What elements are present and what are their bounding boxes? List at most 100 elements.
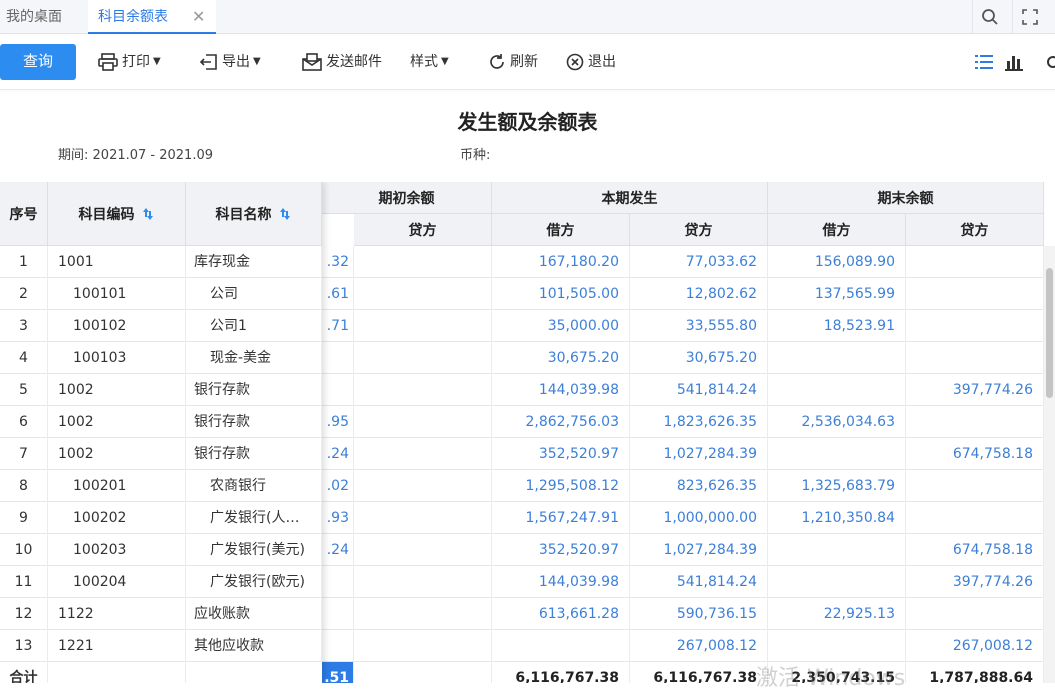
- amount-cell: 267,008.12: [630, 630, 768, 662]
- refresh-button[interactable]: 刷新: [488, 50, 538, 74]
- row-seq: 2: [0, 278, 48, 310]
- header-account-name[interactable]: 科目名称: [186, 182, 322, 246]
- total-blank-cell: [48, 662, 186, 683]
- header-closing-balance: 期末余额: [768, 182, 1044, 214]
- exit-label: 退出: [588, 54, 616, 70]
- vertical-scrollbar[interactable]: [1044, 246, 1055, 683]
- amount-cell: [768, 630, 906, 662]
- amount-cell: [768, 342, 906, 374]
- amount-cell: 590,736.15: [630, 598, 768, 630]
- send-email-button[interactable]: 发送邮件: [302, 50, 382, 74]
- export-button[interactable]: 导出 ▼: [200, 50, 261, 74]
- gear-icon[interactable]: [1044, 50, 1055, 74]
- amount-cell: [322, 630, 354, 662]
- style-button[interactable]: 样式 ▼: [410, 50, 449, 74]
- account-code: 100204: [48, 566, 186, 598]
- total-label: 合计: [0, 662, 48, 683]
- tab-my-desktop[interactable]: 我的桌面: [6, 0, 62, 34]
- amount-cell: [354, 342, 492, 374]
- amount-cell: [492, 630, 630, 662]
- row-seq: 12: [0, 598, 48, 630]
- amount-cell: .61: [322, 278, 354, 310]
- total-cell: 6,116,767.38: [630, 662, 768, 683]
- account-code: 1122: [48, 598, 186, 630]
- amount-cell: 674,758.18: [906, 438, 1044, 470]
- amount-cell: 352,520.97: [492, 438, 630, 470]
- close-circle-icon: [566, 53, 584, 71]
- account-name: 应收账款: [186, 598, 322, 630]
- amount-cell: [768, 438, 906, 470]
- account-code: 100102: [48, 310, 186, 342]
- amount-cell: 1,823,626.35: [630, 406, 768, 438]
- total-cell: 6,116,767.38: [492, 662, 630, 683]
- row-seq: 11: [0, 566, 48, 598]
- period-value: 2021.07 - 2021.09: [92, 148, 214, 163]
- amount-cell: 30,675.20: [492, 342, 630, 374]
- amount-cell: [354, 566, 492, 598]
- account-name: 公司1: [186, 310, 322, 342]
- fullscreen-icon[interactable]: [1012, 0, 1046, 34]
- account-code: 1002: [48, 406, 186, 438]
- query-button[interactable]: 查询: [0, 44, 76, 80]
- header-account-code[interactable]: 科目编码: [48, 182, 186, 246]
- header-opening-credit: 贷方: [354, 214, 492, 246]
- amount-cell: [354, 310, 492, 342]
- fixed-columns: 序号 科目编码 科目名称 1 1001 库存现金 2 100101 公司 3 100102 公司…: [0, 182, 322, 683]
- amount-cell: [906, 406, 1044, 438]
- total-cell: [354, 662, 492, 683]
- sort-icon[interactable]: [278, 207, 292, 221]
- amount-cell: 397,774.26: [906, 566, 1044, 598]
- amount-cell: [354, 278, 492, 310]
- amount-cell: 1,000,000.00: [630, 502, 768, 534]
- amount-cell: 137,565.99: [768, 278, 906, 310]
- amount-cell: [354, 374, 492, 406]
- close-icon[interactable]: ✕: [192, 0, 205, 34]
- refresh-label: 刷新: [510, 54, 538, 70]
- tab-account-balance[interactable]: 科目余额表 ✕: [88, 0, 216, 34]
- amount-cell: [906, 246, 1044, 278]
- amount-cell: [354, 630, 492, 662]
- amount-cell: [354, 406, 492, 438]
- account-name: 库存现金: [186, 246, 322, 278]
- account-name: 广发银行(美元): [186, 534, 322, 566]
- amount-cell: [906, 342, 1044, 374]
- amount-cell: [354, 598, 492, 630]
- amount-cell: 1,027,284.39: [630, 534, 768, 566]
- amount-cell: [322, 598, 354, 630]
- account-name: 现金-美金: [186, 342, 322, 374]
- print-button[interactable]: 打印 ▼: [98, 50, 161, 74]
- amount-cell: .24: [322, 534, 354, 566]
- account-name: 银行存款: [186, 438, 322, 470]
- row-seq: 1: [0, 246, 48, 278]
- amount-cell: [354, 502, 492, 534]
- account-code: 100203: [48, 534, 186, 566]
- list-view-icon[interactable]: [974, 50, 998, 74]
- tab-label: 科目余额表: [98, 9, 168, 25]
- scrollbar-thumb[interactable]: [1046, 268, 1053, 398]
- row-seq: 3: [0, 310, 48, 342]
- amount-cell: 156,089.90: [768, 246, 906, 278]
- amount-cell: 1,325,683.79: [768, 470, 906, 502]
- account-code: 1001: [48, 246, 186, 278]
- chart-view-icon[interactable]: [1004, 50, 1028, 74]
- amount-cell: [322, 342, 354, 374]
- amount-cell: 18,523.91: [768, 310, 906, 342]
- report-title: 发生额及余额表: [457, 110, 598, 134]
- email-icon: [302, 53, 322, 71]
- header-current-debit: 借方: [492, 214, 630, 246]
- total-cell: 1,787,888.64: [906, 662, 1044, 683]
- account-code: 1221: [48, 630, 186, 662]
- search-icon[interactable]: [972, 0, 1006, 34]
- amount-cell: .02: [322, 470, 354, 502]
- row-seq: 5: [0, 374, 48, 406]
- export-icon: [200, 54, 217, 70]
- balance-table: 期初余额 本期发生 期末余额 贷方 借方 贷方 借方 贷方 .32 167,180…: [0, 182, 1044, 683]
- exit-button[interactable]: 退出: [566, 50, 616, 74]
- chevron-down-icon: ▼: [253, 56, 261, 67]
- amount-cell: [906, 278, 1044, 310]
- amount-cell: 101,505.00: [492, 278, 630, 310]
- amount-cell: 397,774.26: [906, 374, 1044, 406]
- row-seq: 10: [0, 534, 48, 566]
- sort-icon[interactable]: [141, 207, 155, 221]
- chevron-down-icon: ▼: [441, 56, 449, 67]
